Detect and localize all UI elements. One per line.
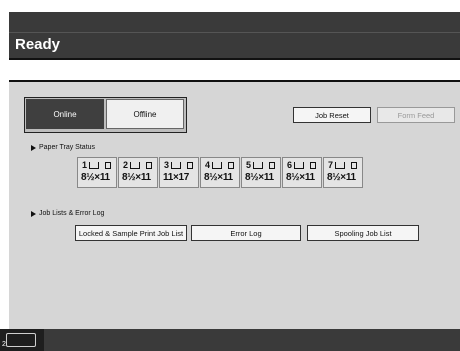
printer-panel: Ready Online Offline Job Reset Form Feed… (0, 0, 460, 351)
job-lists-label: Job Lists & Error Log (31, 210, 104, 217)
tray-6: 6 8½×11 (282, 157, 322, 188)
error-log-button[interactable]: Error Log (191, 225, 301, 241)
page-icon (351, 161, 358, 169)
top-bar (9, 12, 460, 32)
tray-1: 1 8½×11 (77, 157, 117, 188)
tray-icon (212, 161, 223, 169)
tray-icon (89, 161, 100, 169)
page-icon (187, 161, 194, 169)
main-panel: Online Offline Job Reset Form Feed Paper… (9, 82, 460, 329)
tray-paper-size: 8½×11 (286, 172, 315, 183)
tray-icon (130, 161, 141, 169)
page-icon (269, 161, 276, 169)
job-lists-text: Job Lists & Error Log (39, 210, 105, 217)
tray-number: 4 (205, 160, 211, 170)
page-icon (105, 161, 112, 169)
bottom-bar (9, 329, 460, 351)
online-button[interactable]: Online (26, 99, 104, 129)
tray-number: 3 (164, 160, 170, 170)
form-feed-button[interactable]: Form Feed (377, 107, 455, 123)
tray-3: 3 11×17 (159, 157, 199, 188)
job-reset-button[interactable]: Job Reset (293, 107, 371, 123)
tray-paper-size: 8½×11 (81, 172, 110, 183)
tray-number: 5 (246, 160, 252, 170)
spooling-job-list-button[interactable]: Spooling Job List (307, 225, 419, 241)
tray-2: 2 8½×11 (118, 157, 158, 188)
tray-paper-size: 11×17 (163, 172, 190, 183)
page-icon (228, 161, 235, 169)
tray-icon (253, 161, 264, 169)
paper-tray-status-label: Paper Tray Status (31, 144, 95, 151)
message-bar (9, 58, 460, 82)
printer-icon (6, 333, 36, 347)
mode-selector: Online Offline (24, 97, 187, 133)
triangle-right-icon (31, 144, 36, 151)
page-icon (146, 161, 153, 169)
tray-icon (294, 161, 305, 169)
tray-paper-size: 8½×11 (122, 172, 151, 183)
triangle-right-icon (31, 210, 36, 217)
tray-icon (171, 161, 182, 169)
tray-4: 4 8½×11 (200, 157, 240, 188)
page-icon (310, 161, 317, 169)
paper-tray-status-text: Paper Tray Status (39, 144, 96, 151)
tray-number: 7 (328, 160, 334, 170)
tray-icon (335, 161, 346, 169)
tray-number: 2 (123, 160, 129, 170)
tray-paper-size: 8½×11 (327, 172, 356, 183)
page-title: Ready (15, 36, 61, 53)
tray-7: 7 8½×11 (323, 157, 363, 188)
tray-number: 6 (287, 160, 293, 170)
locked-sample-print-job-list-button[interactable]: Locked & Sample Print Job List (75, 225, 187, 241)
title-bar: Ready (9, 32, 460, 59)
tray-paper-size: 8½×11 (245, 172, 274, 183)
tray-5: 5 8½×11 (241, 157, 281, 188)
status-corner: 2 (0, 329, 44, 351)
corner-number: 2 (2, 341, 6, 348)
tray-paper-size: 8½×11 (204, 172, 233, 183)
offline-button[interactable]: Offline (106, 99, 184, 129)
tray-list: 1 8½×11 2 8½×11 3 11×17 4 8½×11 5 8½×11 … (77, 157, 364, 191)
tray-number: 1 (82, 160, 88, 170)
